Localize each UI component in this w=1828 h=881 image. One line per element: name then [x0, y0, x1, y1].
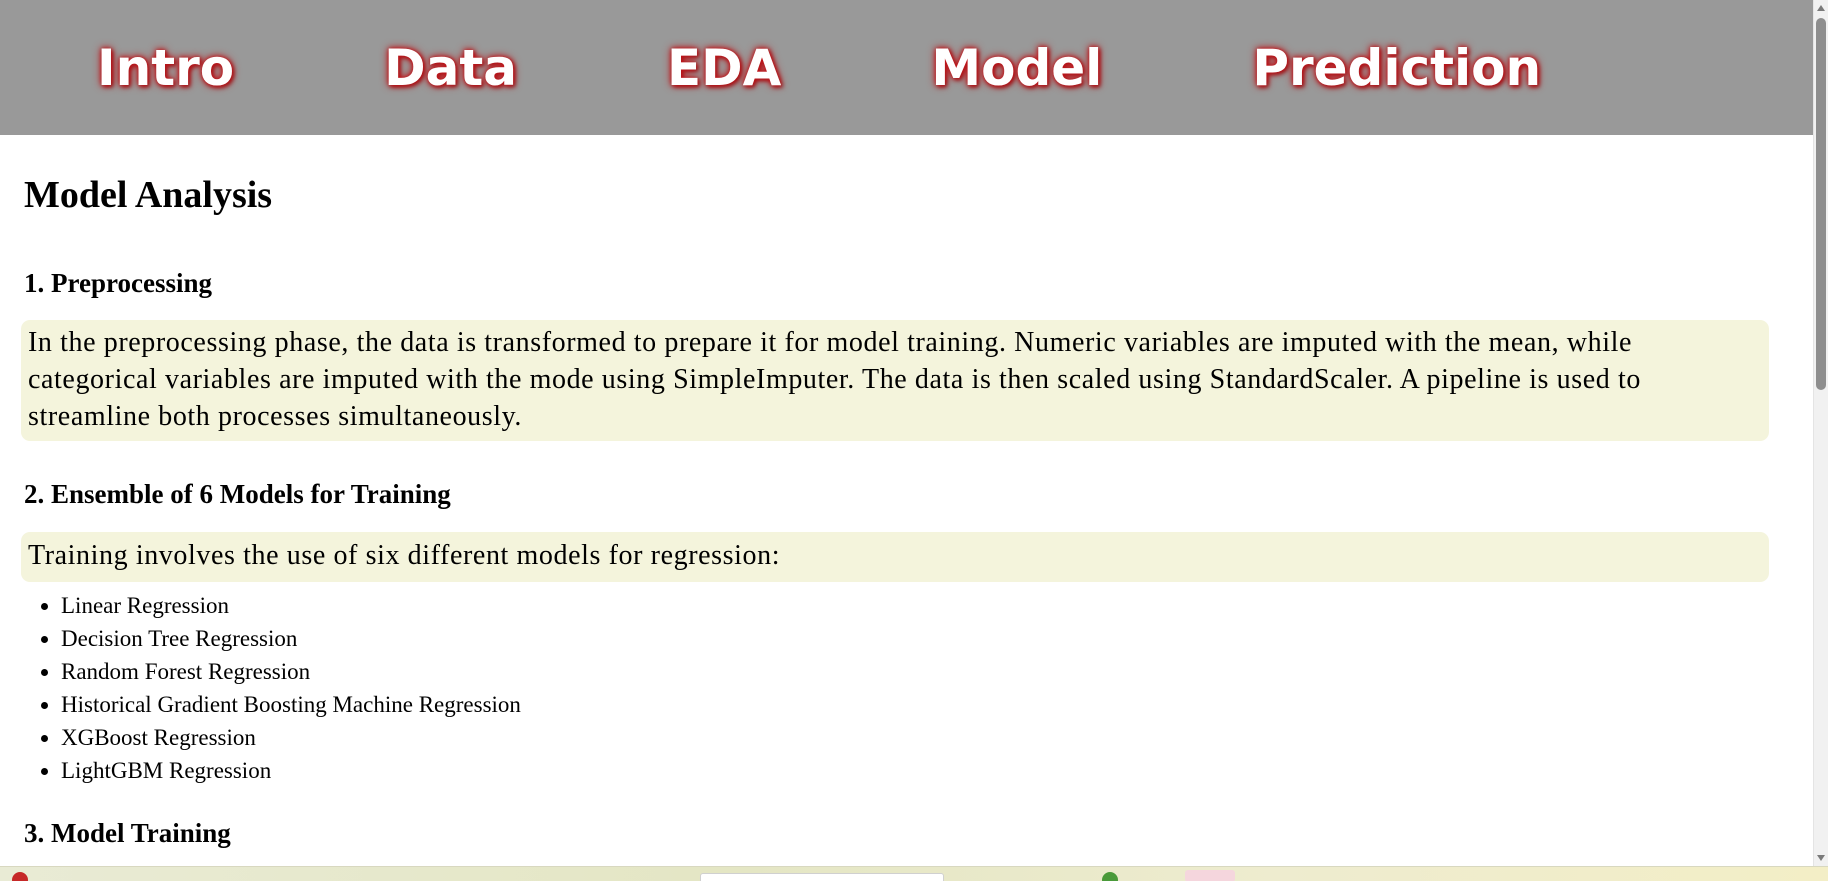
scroll-down-arrow-icon[interactable]: [1817, 855, 1825, 861]
ensemble-description: Training involves the use of six differe…: [21, 531, 1769, 582]
page: Intro Data EDA Model Prediction Model An…: [0, 0, 1828, 881]
vertical-scrollbar[interactable]: [1813, 0, 1828, 866]
list-item: XGBoost Regression: [61, 721, 1789, 754]
main-content: Model Analysis 1. Preprocessing In the p…: [0, 174, 1813, 849]
taskbar-app-icon[interactable]: [1185, 870, 1235, 881]
preprocessing-description: In the preprocessing phase, the data is …: [21, 319, 1769, 441]
list-item: Decision Tree Regression: [61, 622, 1789, 655]
nav-item-model[interactable]: Model: [931, 43, 1102, 93]
section-heading-model-training: 3. Model Training: [24, 817, 231, 848]
nav-item-data[interactable]: Data: [384, 43, 517, 93]
list-item: LightGBM Regression: [61, 754, 1789, 787]
list-item: Random Forest Regression: [61, 655, 1789, 688]
taskbar-strip: [0, 866, 1828, 881]
nav-item-intro[interactable]: Intro: [97, 43, 234, 93]
list-item: Historical Gradient Boosting Machine Reg…: [61, 688, 1789, 721]
content-area: Intro Data EDA Model Prediction Model An…: [0, 0, 1813, 866]
page-title: Model Analysis: [24, 174, 273, 216]
section-heading-ensemble: 2. Ensemble of 6 Models for Training: [24, 478, 451, 509]
section-heading-preprocessing: 1. Preprocessing: [24, 267, 212, 298]
taskbar-search-bar[interactable]: [700, 873, 944, 881]
taskbar-app-icon[interactable]: [1102, 872, 1118, 881]
top-nav: Intro Data EDA Model Prediction: [0, 0, 1813, 135]
nav-item-prediction[interactable]: Prediction: [1252, 43, 1541, 93]
model-list: Linear Regression Decision Tree Regressi…: [24, 589, 1789, 787]
taskbar-app-icon[interactable]: [12, 872, 28, 881]
list-item: Linear Regression: [61, 589, 1789, 622]
scrollbar-thumb[interactable]: [1816, 18, 1826, 390]
nav-item-eda[interactable]: EDA: [667, 43, 781, 93]
scroll-up-arrow-icon[interactable]: [1817, 5, 1825, 11]
